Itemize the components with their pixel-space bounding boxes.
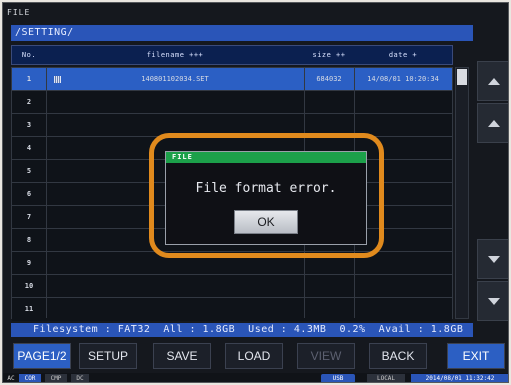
dc-indicator: DC: [71, 374, 89, 382]
row-filename: 140801102034.SET: [141, 75, 209, 83]
column-divider: [46, 68, 47, 318]
scrollbar[interactable]: [455, 67, 469, 319]
file-table-header: No. filename +++ size ++ date +: [11, 45, 453, 65]
save-button[interactable]: SAVE: [153, 343, 211, 369]
table-row[interactable]: 10: [12, 275, 452, 298]
ok-button[interactable]: OK: [234, 210, 298, 234]
row-number: 7: [26, 213, 32, 221]
back-button[interactable]: BACK: [369, 343, 427, 369]
page-down-button[interactable]: [477, 281, 508, 321]
status-bar: AC COR CMP DC USB LOCAL 2014/08/01 11:32…: [3, 373, 508, 382]
window-title: FILE: [7, 8, 31, 17]
dialog-message: File format error.: [195, 181, 337, 196]
row-number: 6: [26, 190, 32, 198]
table-row[interactable]: 11: [12, 298, 452, 321]
arrow-down-icon: [488, 256, 500, 263]
row-number: 10: [24, 282, 34, 290]
row-size: 684032: [316, 75, 342, 83]
local-indicator: LOCAL: [367, 374, 405, 382]
row-number: 5: [26, 167, 32, 175]
table-row[interactable]: 2: [12, 91, 452, 114]
dialog-title: FILE: [166, 152, 366, 163]
error-dialog: FILE File format error. OK: [165, 151, 367, 245]
page-up-button[interactable]: [477, 61, 508, 101]
row-number: 9: [26, 259, 32, 267]
ac-indicator: AC: [7, 375, 15, 382]
row-number: 2: [26, 98, 32, 106]
exit-button[interactable]: EXIT: [447, 343, 505, 369]
row-number: 4: [26, 144, 32, 152]
view-button[interactable]: VIEW: [297, 343, 355, 369]
row-date: 14/08/01 10:20:34: [367, 75, 439, 83]
header-filename[interactable]: filename +++: [46, 46, 304, 64]
row-number: 1: [26, 75, 32, 83]
scroll-up-button[interactable]: [477, 103, 508, 143]
page-up-icon: [488, 78, 500, 85]
header-date[interactable]: date +: [354, 46, 452, 64]
load-button[interactable]: LOAD: [225, 343, 283, 369]
page-down-icon: [488, 298, 500, 305]
header-size[interactable]: size ++: [304, 46, 354, 64]
row-number: 3: [26, 121, 32, 129]
setup-button[interactable]: SETUP: [79, 343, 137, 369]
page-toggle-button[interactable]: PAGE1/2: [13, 343, 71, 369]
scrollbar-thumb[interactable]: [457, 69, 467, 85]
row-number: 11: [24, 305, 34, 313]
cor-indicator: COR: [19, 374, 41, 382]
instrument-screen: FILE /SETTING/ No. filename +++ size ++ …: [2, 2, 509, 383]
row-number: 8: [26, 236, 32, 244]
current-path: /SETTING/: [11, 25, 473, 41]
header-no[interactable]: No.: [12, 46, 46, 64]
table-row[interactable]: 1 140801102034.SET 684032 14/08/01 10:20…: [12, 68, 452, 91]
filesystem-info: Filesystem : FAT32 All : 1.8GB Used : 4.…: [11, 323, 473, 337]
arrow-up-icon: [488, 120, 500, 127]
cmp-indicator: CMP: [45, 374, 67, 382]
clock: 2014/08/01 11:32:42: [411, 374, 508, 382]
usb-indicator: USB: [321, 374, 355, 382]
scroll-down-button[interactable]: [477, 239, 508, 279]
